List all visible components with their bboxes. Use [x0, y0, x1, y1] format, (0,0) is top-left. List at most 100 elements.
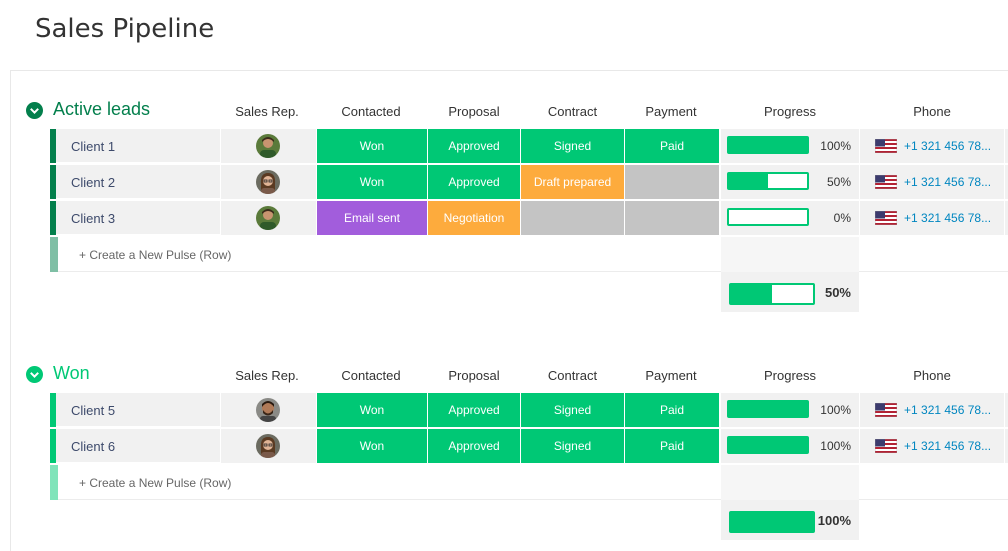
column-header-payment[interactable]: Payment	[624, 104, 718, 119]
avatar[interactable]	[256, 434, 280, 458]
table-row[interactable]: Client 6 Won Approved Signed Paid 100% +…	[50, 429, 1008, 463]
column-header-contacted[interactable]: Contacted	[316, 104, 426, 119]
us-flag-icon	[874, 210, 898, 226]
proposal-status[interactable]: Negotiation	[428, 201, 520, 235]
contract-status[interactable]	[521, 201, 624, 235]
item-name[interactable]: Client 6	[71, 439, 115, 454]
item-name[interactable]: Client 3	[71, 211, 115, 226]
phone-cell[interactable]: +1 321 456 78...	[860, 201, 1004, 235]
payment-status[interactable]	[625, 201, 719, 235]
progress-bar	[727, 436, 809, 454]
progress-bar	[727, 400, 809, 418]
new-row-progress-cell	[721, 237, 859, 272]
column-header-contract[interactable]: Contract	[521, 104, 624, 119]
column-header-contract[interactable]: Contract	[521, 368, 624, 383]
proposal-status[interactable]: Approved	[428, 429, 520, 463]
column-header-proposal[interactable]: Proposal	[428, 368, 520, 383]
progress-cell[interactable]: 100%	[721, 129, 859, 163]
phone-cell[interactable]: +1 321 456 78...	[860, 393, 1004, 427]
payment-status[interactable]: Paid	[625, 429, 719, 463]
item-name[interactable]: Client 5	[71, 403, 115, 418]
phone-number-link[interactable]: +1 321 456 78...	[904, 439, 991, 453]
column-header-payment[interactable]: Payment	[624, 368, 718, 383]
table-row[interactable]: Client 2 Won Approved Draft prepared 50%…	[50, 165, 1008, 199]
item-name-cell[interactable]: Client 2	[56, 165, 220, 199]
column-header-contacted[interactable]: Contacted	[316, 368, 426, 383]
column-header-sales-rep[interactable]: Sales Rep.	[212, 368, 322, 383]
item-name-cell[interactable]: Client 1	[56, 129, 220, 163]
progress-percent: 50%	[826, 175, 851, 189]
column-header-phone[interactable]: Phone	[860, 104, 1004, 119]
phone-cell[interactable]: +1 321 456 78...	[860, 429, 1004, 463]
table-row[interactable]: Client 1 Won Approved Signed Paid 100% +…	[50, 129, 1008, 163]
avatar[interactable]	[256, 206, 280, 230]
progress-percent: 100%	[820, 403, 851, 417]
contract-status[interactable]: Signed	[521, 393, 624, 427]
table-row[interactable]: Client 5 Won Approved Signed Paid 100% +…	[50, 393, 1008, 427]
create-new-row[interactable]: + Create a New Pulse (Row)	[50, 237, 1008, 272]
column-header-phone[interactable]: Phone	[860, 368, 1004, 383]
column-header-progress[interactable]: Progress	[721, 368, 859, 383]
group-title[interactable]: Won	[53, 363, 90, 384]
create-new-pulse-link[interactable]: + Create a New Pulse (Row)	[79, 248, 231, 262]
proposal-status[interactable]: Approved	[428, 165, 520, 199]
us-flag-icon	[874, 402, 898, 418]
item-name[interactable]: Client 1	[71, 139, 115, 154]
payment-status[interactable]: Paid	[625, 393, 719, 427]
payment-status[interactable]: Paid	[625, 129, 719, 163]
progress-percent: 100%	[820, 439, 851, 453]
phone-cell[interactable]: +1 321 456 78...	[860, 165, 1004, 199]
column-header-progress[interactable]: Progress	[721, 104, 859, 119]
phone-number-link[interactable]: +1 321 456 78...	[904, 211, 991, 225]
create-new-row[interactable]: + Create a New Pulse (Row)	[50, 465, 1008, 500]
us-flag-icon	[874, 438, 898, 454]
avatar[interactable]	[256, 398, 280, 422]
phone-number-link[interactable]: +1 321 456 78...	[904, 139, 991, 153]
contract-status[interactable]: Signed	[521, 129, 624, 163]
contract-status[interactable]: Signed	[521, 429, 624, 463]
avatar[interactable]	[256, 170, 280, 194]
contacted-status[interactable]: Won	[317, 429, 427, 463]
summary-percent: 50%	[824, 285, 851, 300]
progress-cell[interactable]: 100%	[721, 393, 859, 427]
sales-rep-cell[interactable]	[221, 429, 316, 463]
new-row-progress-cell	[721, 465, 859, 500]
progress-cell[interactable]: 100%	[721, 429, 859, 463]
column-header-proposal[interactable]: Proposal	[428, 104, 520, 119]
create-new-pulse-link[interactable]: + Create a New Pulse (Row)	[79, 476, 231, 490]
progress-fill	[729, 438, 807, 452]
group-header: Won Sales Rep. Contacted Proposal Contra…	[11, 357, 1008, 393]
sales-rep-cell[interactable]	[221, 393, 316, 427]
contacted-status[interactable]: Won	[317, 129, 427, 163]
collapse-group-icon[interactable]	[26, 102, 43, 119]
us-flag-icon	[874, 138, 898, 154]
avatar[interactable]	[256, 134, 280, 158]
sales-rep-cell[interactable]	[221, 165, 316, 199]
column-header-sales-rep[interactable]: Sales Rep.	[212, 104, 322, 119]
group-title[interactable]: Active leads	[53, 99, 150, 120]
contacted-status[interactable]: Won	[317, 165, 427, 199]
phone-cell[interactable]: +1 321 456 78...	[860, 129, 1004, 163]
table-row[interactable]: Client 3 Email sent Negotiation 0% +1 32…	[50, 201, 1008, 235]
sales-rep-cell[interactable]	[221, 129, 316, 163]
item-name-cell[interactable]: Client 6	[56, 429, 220, 463]
progress-fill	[729, 402, 807, 416]
item-name[interactable]: Client 2	[71, 175, 115, 190]
phone-number-link[interactable]: +1 321 456 78...	[904, 403, 991, 417]
progress-percent: 0%	[833, 211, 851, 225]
payment-status[interactable]	[625, 165, 719, 199]
collapse-group-icon[interactable]	[26, 366, 43, 383]
progress-percent: 100%	[820, 139, 851, 153]
proposal-status[interactable]: Approved	[428, 129, 520, 163]
contacted-status[interactable]: Email sent	[317, 201, 427, 235]
contacted-status[interactable]: Won	[317, 393, 427, 427]
progress-cell[interactable]: 0%	[721, 201, 859, 235]
contract-status[interactable]: Draft prepared	[521, 165, 624, 199]
progress-cell[interactable]: 50%	[721, 165, 859, 199]
item-name-cell[interactable]: Client 3	[56, 201, 220, 235]
proposal-status[interactable]: Approved	[428, 393, 520, 427]
progress-summary: 50%	[721, 272, 859, 312]
item-name-cell[interactable]: Client 5	[56, 393, 220, 427]
phone-number-link[interactable]: +1 321 456 78...	[904, 175, 991, 189]
sales-rep-cell[interactable]	[221, 201, 316, 235]
